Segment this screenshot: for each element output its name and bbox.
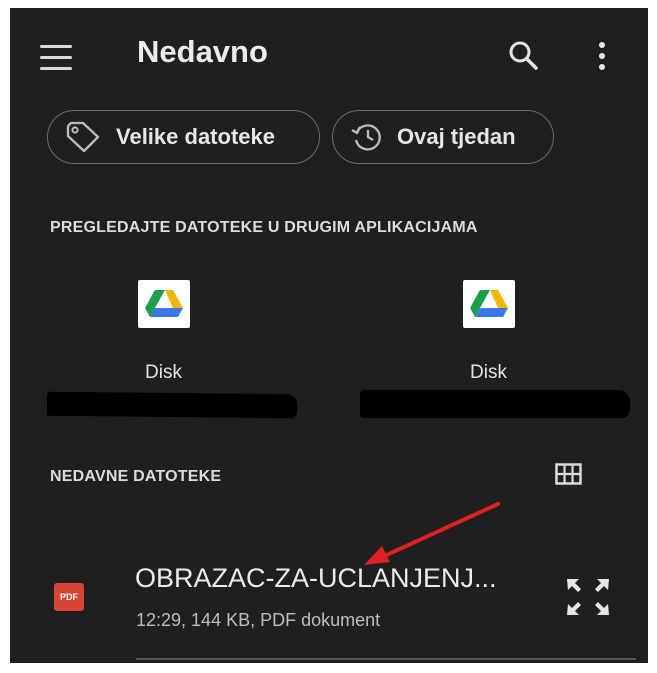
hamburger-menu-icon[interactable]: [40, 45, 74, 71]
annotation-arrow-icon: [364, 502, 500, 565]
search-icon[interactable]: [506, 38, 542, 74]
app-label-disk[interactable]: Disk: [470, 362, 507, 384]
app-label-disk[interactable]: Disk: [145, 362, 182, 384]
google-drive-icon[interactable]: [138, 280, 190, 328]
google-drive-icon[interactable]: [463, 280, 515, 328]
list-divider: [136, 658, 636, 660]
files-app-screen: Nedavno Velike datoteke Ovaj tjedan PREG…: [10, 8, 648, 663]
more-vertical-icon[interactable]: [595, 38, 609, 74]
pdf-file-icon: PDF: [54, 583, 84, 611]
grid-view-icon[interactable]: [555, 463, 582, 485]
browse-section-heading: PREGLEDAJTE DATOTEKE U DRUGIM APLIKACIJA…: [50, 219, 478, 236]
history-icon: [351, 124, 381, 151]
chip-label: Velike datoteke: [116, 124, 275, 149]
chip-large-files[interactable]: Velike datoteke: [47, 110, 320, 164]
tag-icon: [66, 121, 100, 153]
expand-icon[interactable]: [563, 573, 613, 621]
redacted-account: [46, 391, 298, 419]
recent-files-heading: NEDAVNE DATOTEKE: [50, 468, 222, 485]
file-meta: 12:29, 144 KB, PDF dokument: [136, 610, 381, 630]
chip-label: Ovaj tjedan: [397, 124, 516, 149]
page-title: Nedavno: [137, 34, 268, 69]
chip-this-week[interactable]: Ovaj tjedan: [332, 110, 554, 164]
redacted-account: [360, 390, 630, 418]
